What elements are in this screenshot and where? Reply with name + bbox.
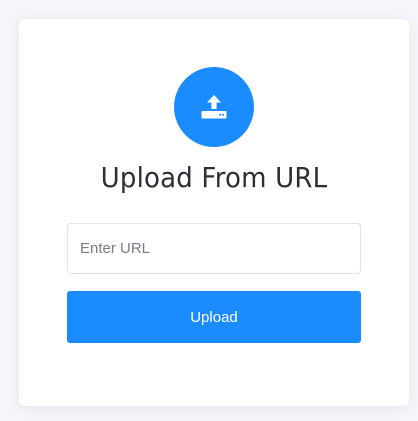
page-title: Upload From URL — [100, 161, 328, 194]
upload-button[interactable]: Upload — [67, 291, 361, 343]
upload-icon — [174, 67, 254, 147]
upload-card: Upload From URL Upload — [19, 19, 409, 406]
url-input[interactable] — [67, 223, 361, 274]
